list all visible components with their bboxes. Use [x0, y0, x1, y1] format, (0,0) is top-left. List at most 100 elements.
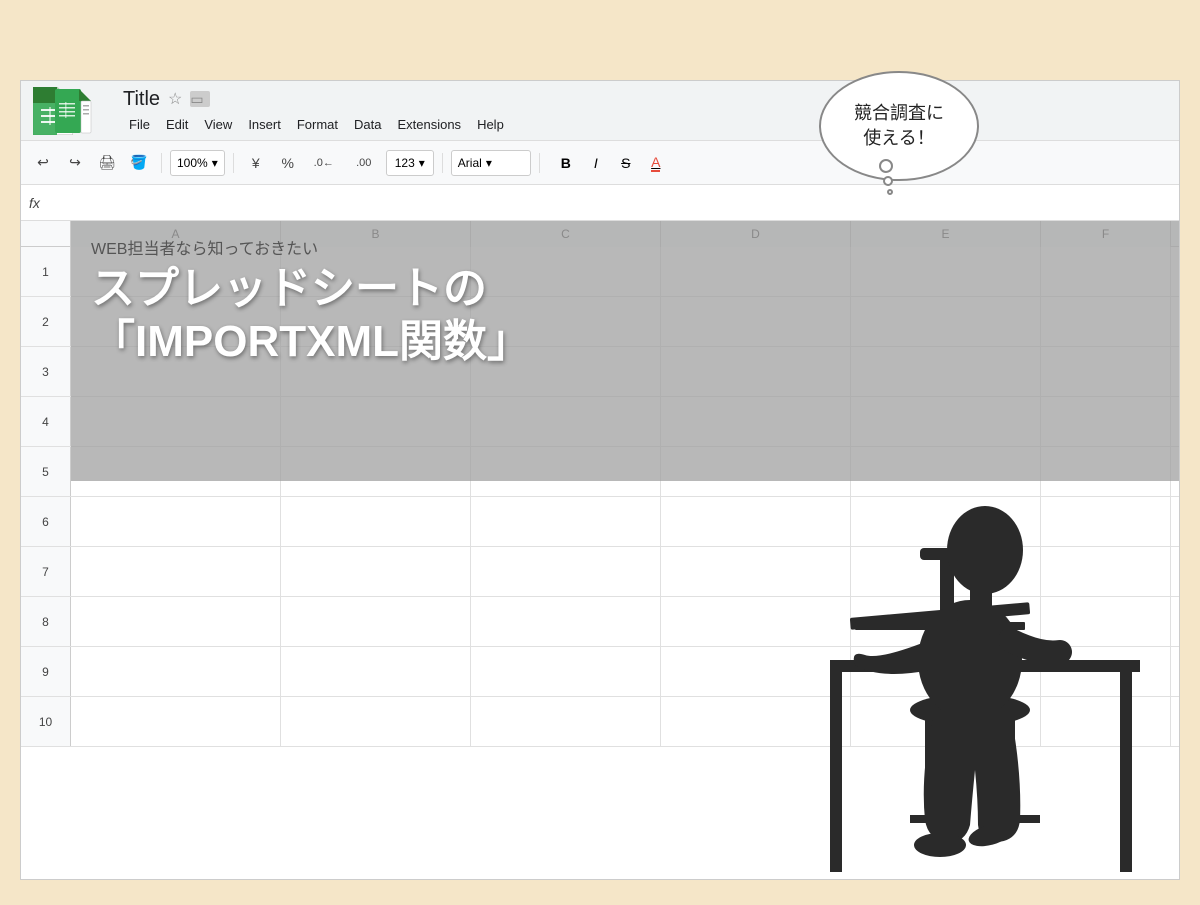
cell-d1[interactable]	[661, 247, 851, 296]
col-header-e[interactable]: E	[851, 221, 1041, 247]
menu-insert[interactable]: Insert	[242, 115, 287, 134]
cell-f4[interactable]	[1041, 397, 1171, 446]
bold-button[interactable]: B	[552, 149, 580, 177]
cell-a10[interactable]	[71, 697, 281, 746]
cell-e7[interactable]	[851, 547, 1041, 596]
col-header-a[interactable]: A	[71, 221, 281, 247]
font-select[interactable]: Arial ▾	[451, 150, 531, 176]
cell-d4[interactable]	[661, 397, 851, 446]
cell-b4[interactable]	[281, 397, 471, 446]
cell-f7[interactable]	[1041, 547, 1171, 596]
col-header-d[interactable]: D	[661, 221, 851, 247]
decrease-decimal-button[interactable]: .0←	[306, 149, 342, 177]
underline-button[interactable]: A	[642, 149, 670, 177]
cell-a6[interactable]	[71, 497, 281, 546]
cell-f3[interactable]	[1041, 347, 1171, 396]
cell-b8[interactable]	[281, 597, 471, 646]
document-title[interactable]: Title	[123, 88, 160, 111]
cell-d9[interactable]	[661, 647, 851, 696]
cell-a3[interactable]	[71, 347, 281, 396]
folder-icon[interactable]: ▭	[190, 91, 210, 107]
cell-b7[interactable]	[281, 547, 471, 596]
cell-b9[interactable]	[281, 647, 471, 696]
col-header-b[interactable]: B	[281, 221, 471, 247]
cell-c5[interactable]	[471, 447, 661, 496]
cell-b2[interactable]	[281, 297, 471, 346]
redo-button[interactable]: ↪	[61, 149, 89, 177]
cell-c7[interactable]	[471, 547, 661, 596]
cell-d8[interactable]	[661, 597, 851, 646]
cell-c4[interactable]	[471, 397, 661, 446]
italic-button[interactable]: I	[582, 149, 610, 177]
zoom-select[interactable]: 100% ▾	[170, 150, 225, 176]
cell-c3[interactable]	[471, 347, 661, 396]
cell-f1[interactable]	[1041, 247, 1171, 296]
row-num-8: 8	[21, 597, 71, 646]
cell-a1[interactable]	[71, 247, 281, 296]
cell-a7[interactable]	[71, 547, 281, 596]
cell-d6[interactable]	[661, 497, 851, 546]
cell-c9[interactable]	[471, 647, 661, 696]
thought-bubble: 競合調査に 使える！	[819, 71, 979, 181]
cell-b1[interactable]	[281, 247, 471, 296]
menu-edit[interactable]: Edit	[160, 115, 194, 134]
cell-e6[interactable]	[851, 497, 1041, 546]
currency-button[interactable]: ¥	[242, 149, 270, 177]
cell-f9[interactable]	[1041, 647, 1171, 696]
col-header-c[interactable]: C	[471, 221, 661, 247]
separator-4	[539, 153, 540, 173]
cell-a4[interactable]	[71, 397, 281, 446]
cell-b3[interactable]	[281, 347, 471, 396]
print-button[interactable]: 🖨	[93, 149, 121, 177]
strikethrough-button[interactable]: S	[612, 149, 640, 177]
cell-e5[interactable]	[851, 447, 1041, 496]
number-format-button[interactable]: 123 ▾	[386, 150, 434, 176]
cell-e8[interactable]	[851, 597, 1041, 646]
table-row: 10	[21, 697, 1179, 747]
percent-button[interactable]: %	[274, 149, 302, 177]
cell-e2[interactable]	[851, 297, 1041, 346]
cell-a9[interactable]	[71, 647, 281, 696]
cell-b5[interactable]	[281, 447, 471, 496]
cell-c2[interactable]	[471, 297, 661, 346]
cell-c8[interactable]	[471, 597, 661, 646]
cell-a5[interactable]	[71, 447, 281, 496]
menu-file[interactable]: File	[123, 115, 156, 134]
cell-a8[interactable]	[71, 597, 281, 646]
spreadsheet-window: Title ☆ ▭ File Edit View Insert Format D…	[20, 80, 1180, 880]
menu-view[interactable]: View	[198, 115, 238, 134]
cell-d7[interactable]	[661, 547, 851, 596]
menu-format[interactable]: Format	[291, 115, 344, 134]
cell-d10[interactable]	[661, 697, 851, 746]
cell-e3[interactable]	[851, 347, 1041, 396]
menu-help[interactable]: Help	[471, 115, 510, 134]
cell-e1[interactable]	[851, 247, 1041, 296]
cell-f2[interactable]	[1041, 297, 1171, 346]
cell-e4[interactable]	[851, 397, 1041, 446]
cell-c10[interactable]	[471, 697, 661, 746]
star-icon[interactable]: ☆	[168, 89, 182, 109]
cell-f10[interactable]	[1041, 697, 1171, 746]
cell-e9[interactable]	[851, 647, 1041, 696]
increase-decimal-button[interactable]: .00	[346, 149, 382, 177]
cell-d5[interactable]	[661, 447, 851, 496]
formula-input[interactable]	[48, 195, 1171, 210]
cell-c6[interactable]	[471, 497, 661, 546]
menu-data[interactable]: Data	[348, 115, 387, 134]
cell-f6[interactable]	[1041, 497, 1171, 546]
cell-d3[interactable]	[661, 347, 851, 396]
undo-button[interactable]: ↩	[29, 149, 57, 177]
cell-d2[interactable]	[661, 297, 851, 346]
row-num-header	[21, 221, 71, 246]
table-row: 6	[21, 497, 1179, 547]
col-header-f[interactable]: F	[1041, 221, 1171, 247]
cell-e10[interactable]	[851, 697, 1041, 746]
cell-b6[interactable]	[281, 497, 471, 546]
cell-a2[interactable]	[71, 297, 281, 346]
cell-b10[interactable]	[281, 697, 471, 746]
menu-extensions[interactable]: Extensions	[391, 115, 467, 134]
cell-f5[interactable]	[1041, 447, 1171, 496]
cell-c1[interactable]	[471, 247, 661, 296]
paint-format-button[interactable]: 🪣	[125, 149, 153, 177]
cell-f8[interactable]	[1041, 597, 1171, 646]
